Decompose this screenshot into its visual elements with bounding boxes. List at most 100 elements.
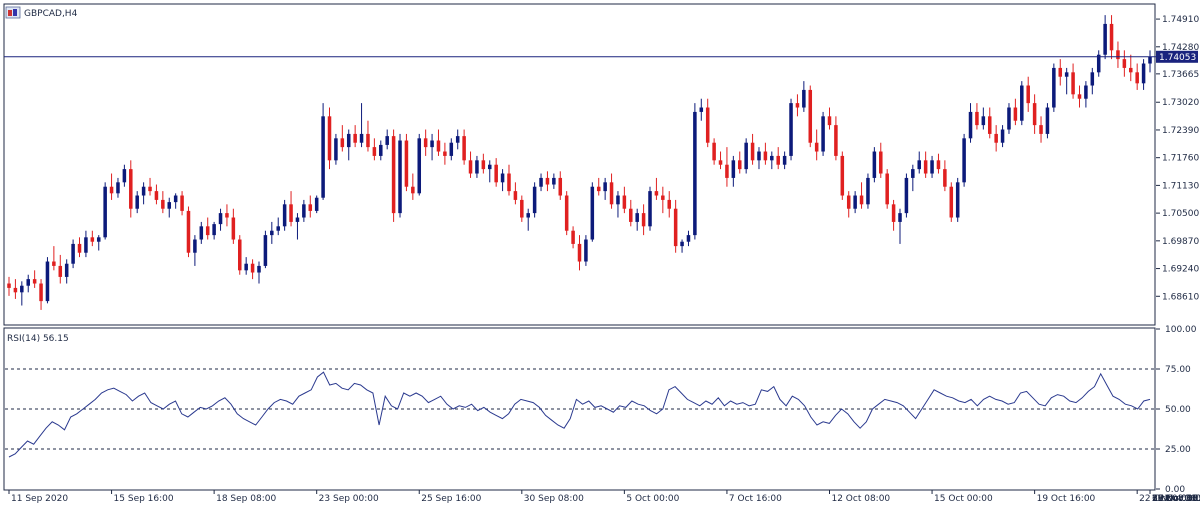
candle-body [270,230,274,236]
candle-body [622,195,627,209]
candle [840,151,845,200]
candle-body [718,160,723,165]
candle-body [507,173,511,192]
candle [866,173,870,209]
candle-body [494,164,498,183]
candle-body [193,239,197,253]
candle [1045,103,1050,139]
candle-body [334,138,338,161]
candle-body [994,133,998,143]
rsi-tick-label: 100.00 [1165,325,1197,335]
price-tick-label: 1.74910 [1162,15,1199,25]
candle-body [391,136,396,214]
candle-body [558,177,563,196]
candle-body [282,204,287,227]
candle-body [603,182,607,192]
candle-body [257,265,261,273]
candle-body [212,224,216,236]
candle-body [129,169,133,209]
time-tick-label: 25 Nov 08:00 [1152,494,1200,504]
candle-body [263,235,268,266]
candle-body [795,103,800,108]
candle [693,103,697,240]
candle-body [898,213,902,222]
candle-body [911,169,915,178]
candle-body [1052,67,1056,108]
candle-body [411,186,415,194]
candle-body [218,213,223,225]
candle-body [148,186,152,192]
candle [404,133,409,192]
candle-body [545,177,550,185]
candle-body [430,140,434,148]
candle [885,169,889,209]
candle [872,147,877,183]
candle-body [590,186,595,240]
time-tick-label: 5 Oct 00:00 [626,494,679,504]
candle [45,257,50,304]
candle-body [680,241,684,247]
candle-body [64,263,69,277]
candle-body [635,213,639,222]
candle-body [917,160,921,170]
candle-body [930,160,934,174]
candle-body [1135,72,1139,84]
candle-body [802,89,806,108]
candle [808,85,813,148]
candle-body [629,208,633,222]
candle-body [1045,107,1050,134]
candle-body [244,263,248,271]
candle-body [141,186,146,196]
current-price-label: 1.74053 [1159,53,1196,63]
candle-body [923,160,928,174]
candle-body [39,283,43,302]
candle-body [462,136,466,161]
candle [821,111,825,156]
candle-body [205,226,210,236]
candle [321,103,325,200]
candle-body [936,160,941,170]
rsi-tick-label: 75.00 [1165,365,1191,375]
candle-body [564,195,569,231]
price-tick-label: 1.73020 [1162,98,1199,108]
candle-body [1064,72,1069,77]
candle-body [346,133,351,148]
time-tick-label: 15 Sep 16:00 [114,494,174,504]
candle-body [314,197,319,211]
candle-body [321,116,325,198]
candle-body [859,195,864,205]
candle-body [821,116,825,152]
candle-body [1090,72,1095,86]
candle [744,138,748,174]
chart-window: GBPCAD,H4 RSI(14) 56.15 1.74910 1.74280 1.… [0,0,1200,510]
candle-body [366,133,370,148]
candle-body [770,155,774,161]
candle-body [1000,129,1005,143]
candle-body [673,208,678,247]
candle-body [1058,67,1063,77]
candle-body [52,261,56,266]
candle-body [417,138,422,194]
candle-body [827,116,832,126]
candle-body [725,164,729,178]
candle-body [231,217,236,240]
candle-body [987,116,992,134]
candle-body [122,169,127,183]
time-tick-label: 25 Sep 16:00 [421,494,481,504]
candle [103,182,107,240]
candle-body [955,182,960,218]
candle-body [872,151,877,178]
candle-body [58,265,63,277]
candle-body [353,133,357,143]
candle-body [1032,103,1037,126]
candle-body [661,195,665,200]
price-tick-label: 1.68610 [1162,292,1199,302]
symbol-title: GBPCAD,H4 [24,9,78,19]
candle-body [641,213,646,227]
candle-body [731,160,736,178]
candle-body [96,237,101,242]
candle-body [596,186,601,192]
candle [398,133,402,218]
candle-body [45,261,50,302]
price-panel [3,3,1156,326]
